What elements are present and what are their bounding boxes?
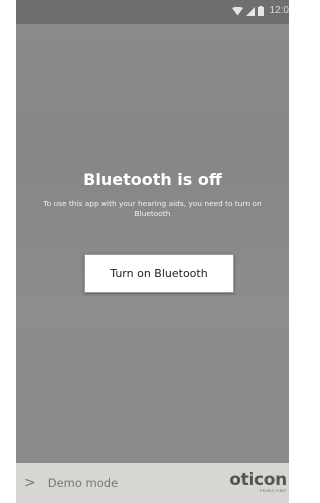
wifi-icon <box>231 6 243 16</box>
turn-on-bluetooth-button[interactable]: Turn on Bluetooth <box>84 254 234 293</box>
chevron-right-icon: > <box>24 475 36 491</box>
oticon-logo: oticon PEOPLE FIRST <box>225 471 287 494</box>
battery-icon <box>257 6 264 16</box>
phone-screen: 12:0 Bluetooth is off To use this app wi… <box>0 0 289 503</box>
demo-mode-label: Demo mode <box>47 476 119 490</box>
device-frame <box>0 0 16 503</box>
brand-name: oticon <box>229 470 287 490</box>
dialog-description: To use this app with your hearing aids, … <box>43 199 262 218</box>
status-bar: 12:0 <box>16 0 289 24</box>
demo-mode-link[interactable]: > Demo mode <box>24 463 118 503</box>
status-icons: 12:0 <box>231 4 289 18</box>
status-time: 12:0 <box>269 5 289 16</box>
app-screen: 12:0 Bluetooth is off To use this app wi… <box>16 0 289 503</box>
bottom-bar: > Demo mode oticon PEOPLE FIRST <box>16 463 289 503</box>
signal-icon <box>245 6 255 16</box>
dialog-title: Bluetooth is off <box>83 170 222 189</box>
